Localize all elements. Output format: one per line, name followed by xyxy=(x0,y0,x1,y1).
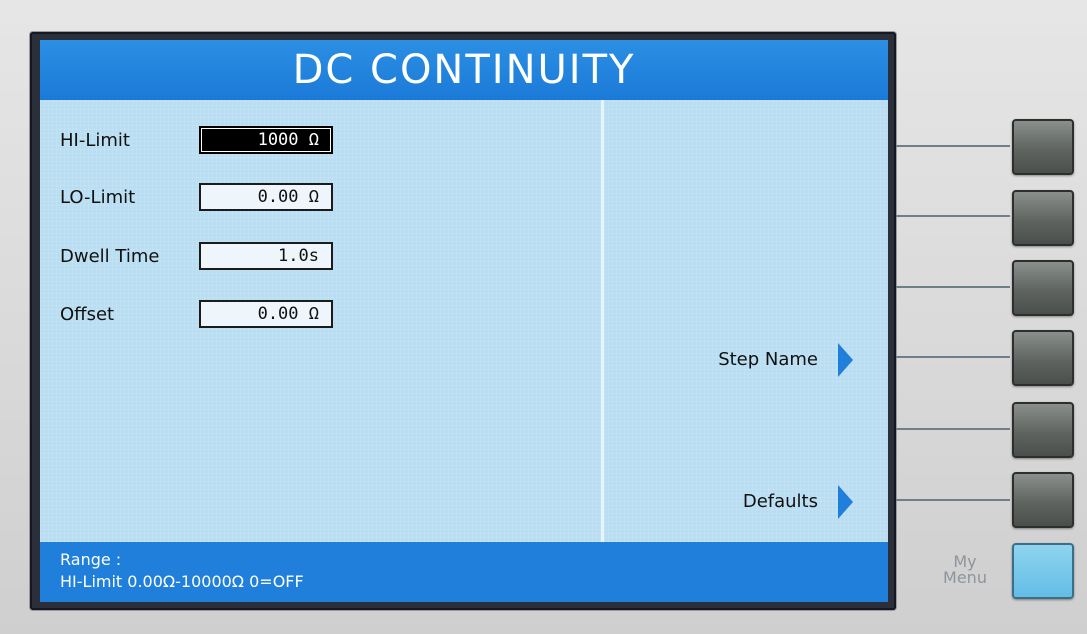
softkey-connector-1 xyxy=(896,145,1010,147)
offset-label: Offset xyxy=(60,304,115,325)
softkey-connector-4 xyxy=(896,356,1010,358)
softkey-button-1[interactable] xyxy=(1012,119,1074,175)
hi-limit-label: HI-Limit xyxy=(60,130,130,151)
my-menu-label: My Menu xyxy=(940,554,990,586)
step-name-softkey-label[interactable]: Step Name xyxy=(718,349,818,370)
softkey-button-3[interactable] xyxy=(1012,260,1074,316)
my-menu-label-line2: Menu xyxy=(943,568,987,587)
softkey-button-step-name[interactable] xyxy=(1012,330,1074,386)
softkey-connector-6 xyxy=(896,499,1010,501)
softkey-connector-5 xyxy=(896,428,1010,430)
hi-limit-field[interactable]: 1000 Ω xyxy=(199,126,333,154)
dwell-time-field[interactable]: 1.0s xyxy=(199,242,333,270)
page-title: DC CONTINUITY xyxy=(40,40,888,100)
softkey-connector-2 xyxy=(896,215,1010,217)
offset-field[interactable]: 0.00 Ω xyxy=(199,300,333,328)
status-bar: Range : HI-Limit 0.00Ω-10000Ω 0=OFF xyxy=(40,542,888,602)
softkey-button-defaults[interactable] xyxy=(1012,472,1074,528)
status-range-text: HI-Limit 0.00Ω-10000Ω 0=OFF xyxy=(60,572,304,591)
panel-divider xyxy=(601,100,604,542)
softkey-button-2[interactable] xyxy=(1012,190,1074,246)
defaults-softkey-label[interactable]: Defaults xyxy=(743,491,818,512)
status-range-label: Range : xyxy=(60,550,122,569)
lcd-screen: DC CONTINUITY HI-Limit 1000 Ω LO-Limit 0… xyxy=(40,40,888,602)
softkey-connector-3 xyxy=(896,286,1010,288)
dwell-time-label: Dwell Time xyxy=(60,246,160,267)
arrow-right-icon xyxy=(838,485,853,519)
arrow-right-icon xyxy=(838,343,853,377)
softkey-button-5[interactable] xyxy=(1012,402,1074,458)
lo-limit-field[interactable]: 0.00 Ω xyxy=(199,183,333,211)
lo-limit-label: LO-Limit xyxy=(60,187,136,208)
my-menu-button[interactable] xyxy=(1012,543,1074,599)
